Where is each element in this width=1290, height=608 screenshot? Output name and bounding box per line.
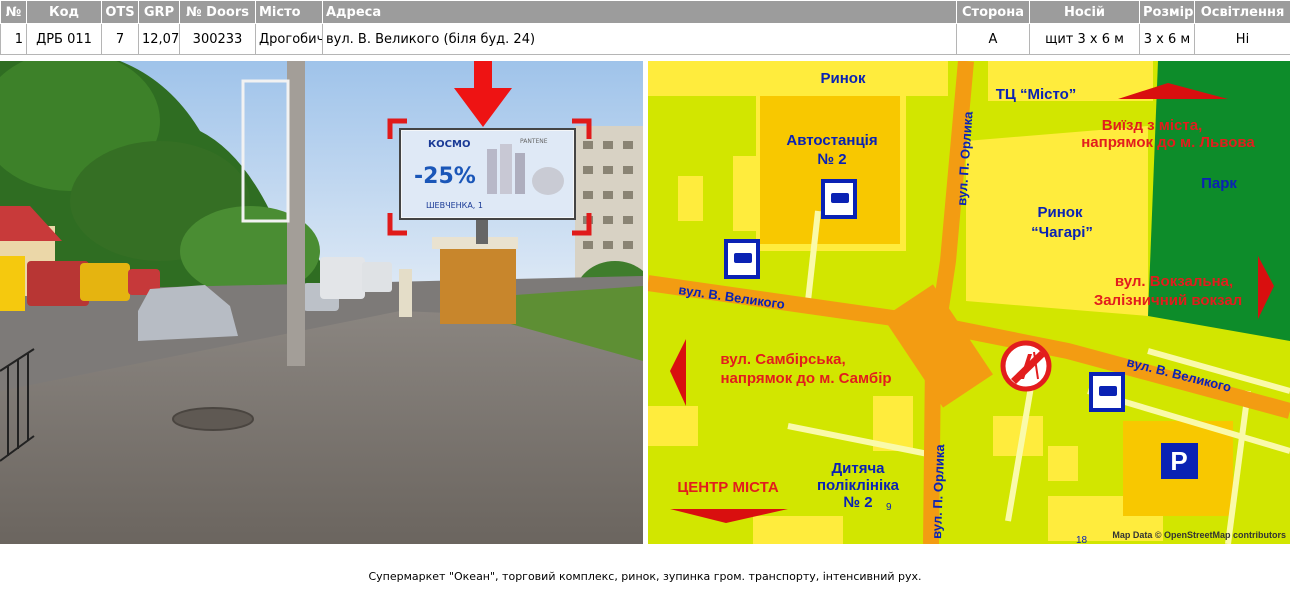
label-tc-misto: ТЦ “Місто” bbox=[996, 86, 1077, 103]
header-code: Код bbox=[26, 0, 102, 24]
building bbox=[678, 176, 703, 221]
bus-stop-icon bbox=[821, 179, 857, 219]
building-window bbox=[603, 141, 613, 149]
location-description: Супермаркет "Океан", торговий комплекс, … bbox=[368, 570, 922, 583]
building-window bbox=[603, 191, 613, 199]
building-window bbox=[583, 241, 593, 249]
utility-pole bbox=[287, 61, 305, 366]
bus-stop-icon bbox=[1089, 372, 1125, 412]
building-window bbox=[603, 241, 613, 249]
manhole bbox=[172, 407, 254, 431]
table-row: 1 ДРБ 011 7 12,07 300233 Дрогобич вул. В… bbox=[0, 23, 1290, 55]
kiosk bbox=[440, 244, 516, 324]
building-window bbox=[623, 191, 633, 199]
building-window bbox=[623, 216, 633, 224]
building-window bbox=[583, 141, 593, 149]
building bbox=[648, 406, 698, 446]
label-house-18: 18 bbox=[1076, 535, 1088, 544]
location-map: P Ринок ТЦ “Місто” Автостанція № 2 Виїзд… bbox=[648, 61, 1290, 544]
header-side: Сторона bbox=[956, 0, 1030, 24]
header-doors: № Doors bbox=[179, 0, 256, 24]
building-window bbox=[623, 241, 633, 249]
product-bottle bbox=[487, 149, 497, 194]
map-credits: Map Data © OpenStreetMap contributors bbox=[1112, 530, 1286, 540]
van bbox=[320, 257, 365, 299]
header-ots: OTS bbox=[101, 0, 139, 24]
building bbox=[753, 516, 843, 544]
label-chagari-line1: Ринок bbox=[1038, 204, 1083, 221]
label-city-centre: ЦЕНТР МІСТА bbox=[677, 479, 778, 496]
building bbox=[648, 61, 948, 96]
billboard-location-marker-icon bbox=[1000, 340, 1052, 392]
product-bottle bbox=[515, 153, 525, 194]
header-carrier: Носій bbox=[1029, 0, 1140, 24]
building-window bbox=[583, 166, 593, 174]
cell-lighting: Ні bbox=[1194, 23, 1290, 55]
label-bus-station-line1: Автостанція bbox=[786, 132, 877, 149]
cell-size: 3 х 6 м bbox=[1139, 23, 1195, 55]
bus-stop-icon bbox=[724, 239, 760, 279]
label-vokzalna-line2: Залізничний вокзал bbox=[1094, 292, 1242, 309]
parking-label: P bbox=[1170, 446, 1187, 476]
label-vokzalna-line1: вул. Вокзальна, bbox=[1115, 273, 1233, 290]
pedestrian bbox=[399, 269, 412, 317]
placement-table: № Код OTS GRP № Doors Місто Адреса Сторо… bbox=[0, 0, 1290, 55]
table-header-row: № Код OTS GRP № Doors Місто Адреса Сторо… bbox=[0, 0, 1290, 24]
header-size: Розмір bbox=[1139, 0, 1195, 24]
cell-ots: 7 bbox=[101, 23, 139, 55]
header-city: Місто bbox=[255, 0, 323, 24]
minibus bbox=[27, 261, 89, 306]
label-polyclinic-line1: Дитяча bbox=[831, 460, 885, 477]
bus bbox=[0, 256, 25, 311]
building-window bbox=[623, 166, 633, 174]
building-window bbox=[603, 216, 613, 224]
building-window bbox=[603, 166, 613, 174]
label-exit-line2: напрямок до м. Львова bbox=[1081, 134, 1255, 151]
billboard-brand: КОСМО bbox=[428, 139, 470, 150]
cell-side: А bbox=[956, 23, 1030, 55]
label-park: Парк bbox=[1201, 175, 1237, 192]
billboard-address: ШЕВЧЕНКА, 1 bbox=[426, 201, 483, 210]
header-number: № bbox=[0, 0, 27, 24]
cell-doors: 300233 bbox=[179, 23, 256, 55]
map-canvas: P Ринок ТЦ “Місто” Автостанція № 2 Виїзд… bbox=[648, 61, 1290, 544]
building-window bbox=[583, 191, 593, 199]
label-house-9: 9 bbox=[886, 502, 892, 513]
label-polyclinic-line2: поліклініка bbox=[817, 477, 900, 494]
cell-address: вул. В. Великого (біля буд. 24) bbox=[322, 23, 957, 55]
header-lighting: Освітлення bbox=[1194, 0, 1290, 24]
cell-grp: 12,07 bbox=[138, 23, 180, 55]
billboard-product: PANTENE bbox=[520, 138, 548, 145]
header-address: Адреса bbox=[322, 0, 957, 24]
label-sambirska-line2: напрямок до м. Самбір bbox=[720, 370, 891, 387]
minibus bbox=[80, 263, 130, 301]
photo-scene: КОСМО -25% ШЕВЧЕНКА, 1 PANTENE bbox=[0, 61, 643, 544]
label-sambirska-line1: вул. Самбірська, bbox=[720, 351, 845, 368]
billboard-discount: -25% bbox=[414, 164, 476, 189]
building-window bbox=[623, 141, 633, 149]
location-photo: КОСМО -25% ШЕВЧЕНКА, 1 PANTENE bbox=[0, 61, 643, 544]
product-jar bbox=[532, 167, 564, 195]
cell-carrier: щит 3 х 6 м bbox=[1029, 23, 1140, 55]
cell-city: Дрогобич bbox=[255, 23, 323, 55]
product-bottle bbox=[500, 144, 512, 194]
van bbox=[362, 262, 392, 292]
billboard-post bbox=[476, 219, 488, 244]
label-chagari-line2: “Чагарі” bbox=[1031, 224, 1093, 241]
header-grp: GRP bbox=[138, 0, 180, 24]
label-rynok: Ринок bbox=[821, 70, 866, 87]
building bbox=[1048, 446, 1078, 481]
bus-station-building bbox=[760, 96, 900, 244]
label-polyclinic-line3: № 2 bbox=[843, 494, 872, 511]
kiosk-roof bbox=[432, 237, 518, 249]
building bbox=[733, 156, 763, 231]
label-bus-station-line2: № 2 bbox=[817, 151, 846, 168]
cell-number: 1 bbox=[0, 23, 27, 55]
cell-code: ДРБ 011 bbox=[26, 23, 102, 55]
label-exit-line1: Виїзд з міста, bbox=[1102, 117, 1203, 134]
